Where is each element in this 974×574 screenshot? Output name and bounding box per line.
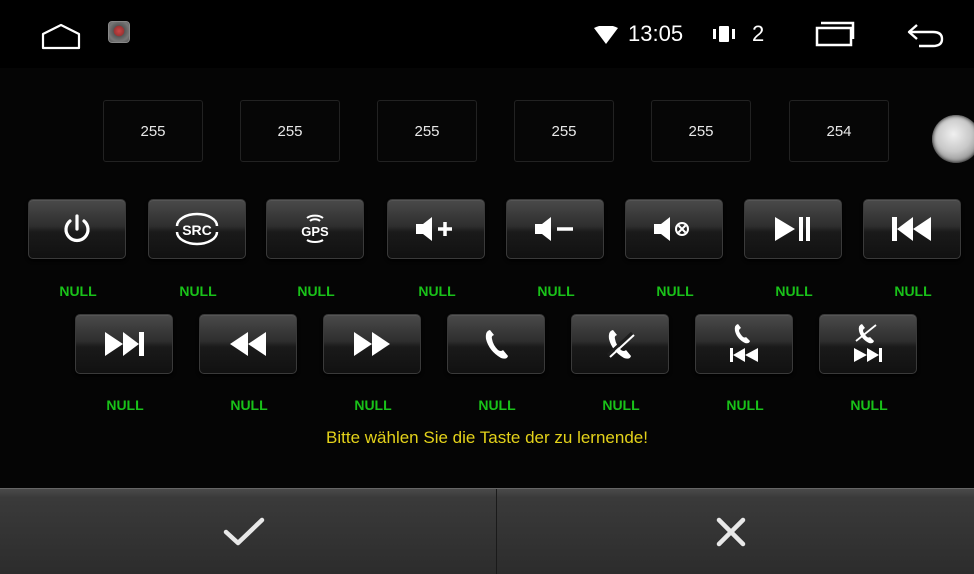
home-icon[interactable] — [40, 22, 82, 50]
key-volume-down-label: NULL — [537, 283, 575, 299]
key-src[interactable]: SRC — [148, 199, 246, 259]
previous-track-icon — [892, 217, 931, 241]
gps-icon: GPS — [301, 214, 329, 243]
src-icon-text: SRC — [182, 222, 212, 238]
key-previous-track-label: NULL — [894, 283, 932, 299]
steering-wheel-app-icon[interactable] — [108, 21, 130, 43]
fast-forward-icon — [354, 332, 390, 356]
confirm-button[interactable] — [0, 489, 487, 574]
key-previous-track[interactable] — [863, 199, 961, 259]
key-phone-previous[interactable] — [695, 314, 793, 374]
value-box-1: 255 — [103, 100, 203, 162]
key-volume-up-label: NULL — [418, 283, 456, 299]
back-icon[interactable] — [905, 21, 945, 49]
key-phone-next-label: NULL — [850, 397, 888, 413]
bottom-action-bar — [0, 488, 974, 574]
gps-icon-text: GPS — [301, 224, 329, 239]
key-phone-hangup[interactable] — [571, 314, 669, 374]
instruction-text: Bitte wählen Sie die Taste der zu lernen… — [326, 428, 648, 447]
cancel-button[interactable] — [487, 489, 974, 574]
phone-answer-icon — [485, 330, 508, 359]
key-src-label: NULL — [179, 283, 217, 299]
key-phone-answer-label: NULL — [478, 397, 516, 413]
phone-previous-icon — [730, 324, 758, 362]
checkmark-icon — [223, 517, 264, 546]
close-icon — [716, 517, 745, 547]
key-phone-hangup-label: NULL — [602, 397, 640, 413]
key-play-pause[interactable] — [744, 199, 842, 259]
play-pause-icon — [775, 217, 810, 241]
power-icon — [64, 214, 90, 243]
side-knob[interactable] — [932, 115, 974, 163]
recents-icon[interactable] — [815, 21, 855, 47]
rewind-icon — [230, 332, 266, 356]
value-box-4: 255 — [514, 100, 614, 162]
key-mute-label: NULL — [656, 283, 694, 299]
value-box-2: 255 — [240, 100, 340, 162]
value-box-3: 255 — [377, 100, 477, 162]
volume-down-icon — [535, 217, 573, 241]
key-volume-up[interactable] — [387, 199, 485, 259]
wifi-icon — [594, 26, 618, 44]
next-track-icon — [105, 332, 144, 356]
key-phone-previous-label: NULL — [726, 397, 764, 413]
mute-icon — [654, 217, 689, 241]
key-next-track-label: NULL — [106, 397, 144, 413]
phone-next-icon — [854, 324, 882, 362]
vibrate-icon — [713, 26, 735, 42]
key-learning-screen: 13:05 2 255 255 255 255 255 254 SRC GPS … — [0, 0, 974, 574]
phone-hangup-icon — [606, 330, 635, 359]
key-rewind-label: NULL — [230, 397, 268, 413]
key-rewind[interactable] — [199, 314, 297, 374]
key-gps-label: NULL — [297, 283, 335, 299]
src-icon: SRC — [175, 212, 219, 246]
key-phone-next[interactable] — [819, 314, 917, 374]
value-box-6: 254 — [789, 100, 889, 162]
clock-time: 13:05 — [628, 21, 684, 46]
key-power[interactable] — [28, 199, 126, 259]
value-box-5: 255 — [651, 100, 751, 162]
key-fast-forward-label: NULL — [354, 397, 392, 413]
key-volume-down[interactable] — [506, 199, 604, 259]
key-fast-forward[interactable] — [323, 314, 421, 374]
key-play-pause-label: NULL — [775, 283, 813, 299]
volume-level: 2 — [752, 21, 765, 46]
key-mute[interactable] — [625, 199, 723, 259]
volume-up-icon — [416, 217, 452, 241]
status-bar: 13:05 2 — [0, 0, 974, 68]
key-next-track[interactable] — [75, 314, 173, 374]
key-power-label: NULL — [59, 283, 97, 299]
key-phone-answer[interactable] — [447, 314, 545, 374]
key-gps[interactable]: GPS — [266, 199, 364, 259]
